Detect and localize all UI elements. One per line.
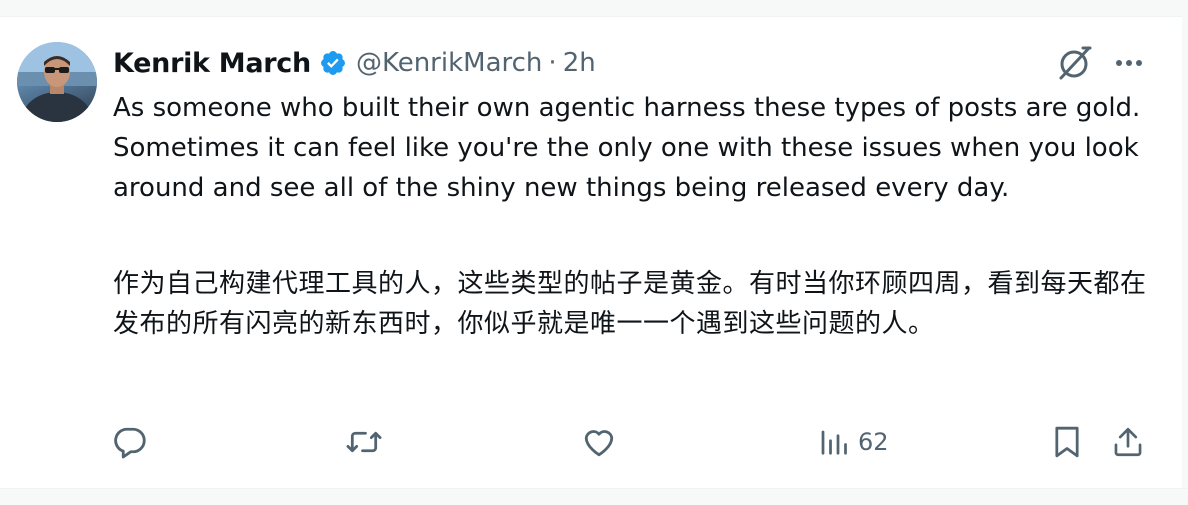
reply-icon <box>112 424 148 460</box>
share-button[interactable] <box>1111 422 1145 462</box>
views-chart-icon <box>818 427 848 457</box>
bookmark-icon <box>1051 424 1083 460</box>
share-icon <box>1111 424 1145 460</box>
author-handle[interactable]: @KenrikMarch <box>356 48 542 78</box>
grok-icon[interactable] <box>1056 44 1094 82</box>
tweet-translation: 作为自己构建代理工具的人，这些类型的帖子是黄金。有时当你环顾四周，看到每天都在发… <box>113 269 1147 339</box>
bookmark-button[interactable] <box>1051 422 1083 462</box>
heart-icon <box>581 424 617 460</box>
top-separator <box>0 0 1188 17</box>
author-display-name[interactable]: Kenrik March <box>113 48 311 79</box>
views-count: 62 <box>858 428 889 456</box>
views-button[interactable]: 62 <box>818 422 889 462</box>
verified-badge-icon[interactable] <box>319 49 347 77</box>
tweet-text: As someone who built their own agentic h… <box>113 93 1149 203</box>
tweet-timestamp[interactable]: 2h <box>563 48 596 78</box>
like-button[interactable] <box>581 422 617 462</box>
bottom-separator <box>0 488 1188 505</box>
retweet-icon <box>345 424 383 460</box>
tweet-header: Kenrik March @KenrikMarch · 2h <box>113 44 1013 82</box>
avatar[interactable] <box>17 42 97 122</box>
reply-button[interactable] <box>112 422 148 462</box>
right-scroll-gutter <box>1182 0 1188 504</box>
header-separator-dot: · <box>548 48 557 78</box>
more-options-icon[interactable] <box>1112 48 1146 78</box>
retweet-button[interactable] <box>345 422 383 462</box>
